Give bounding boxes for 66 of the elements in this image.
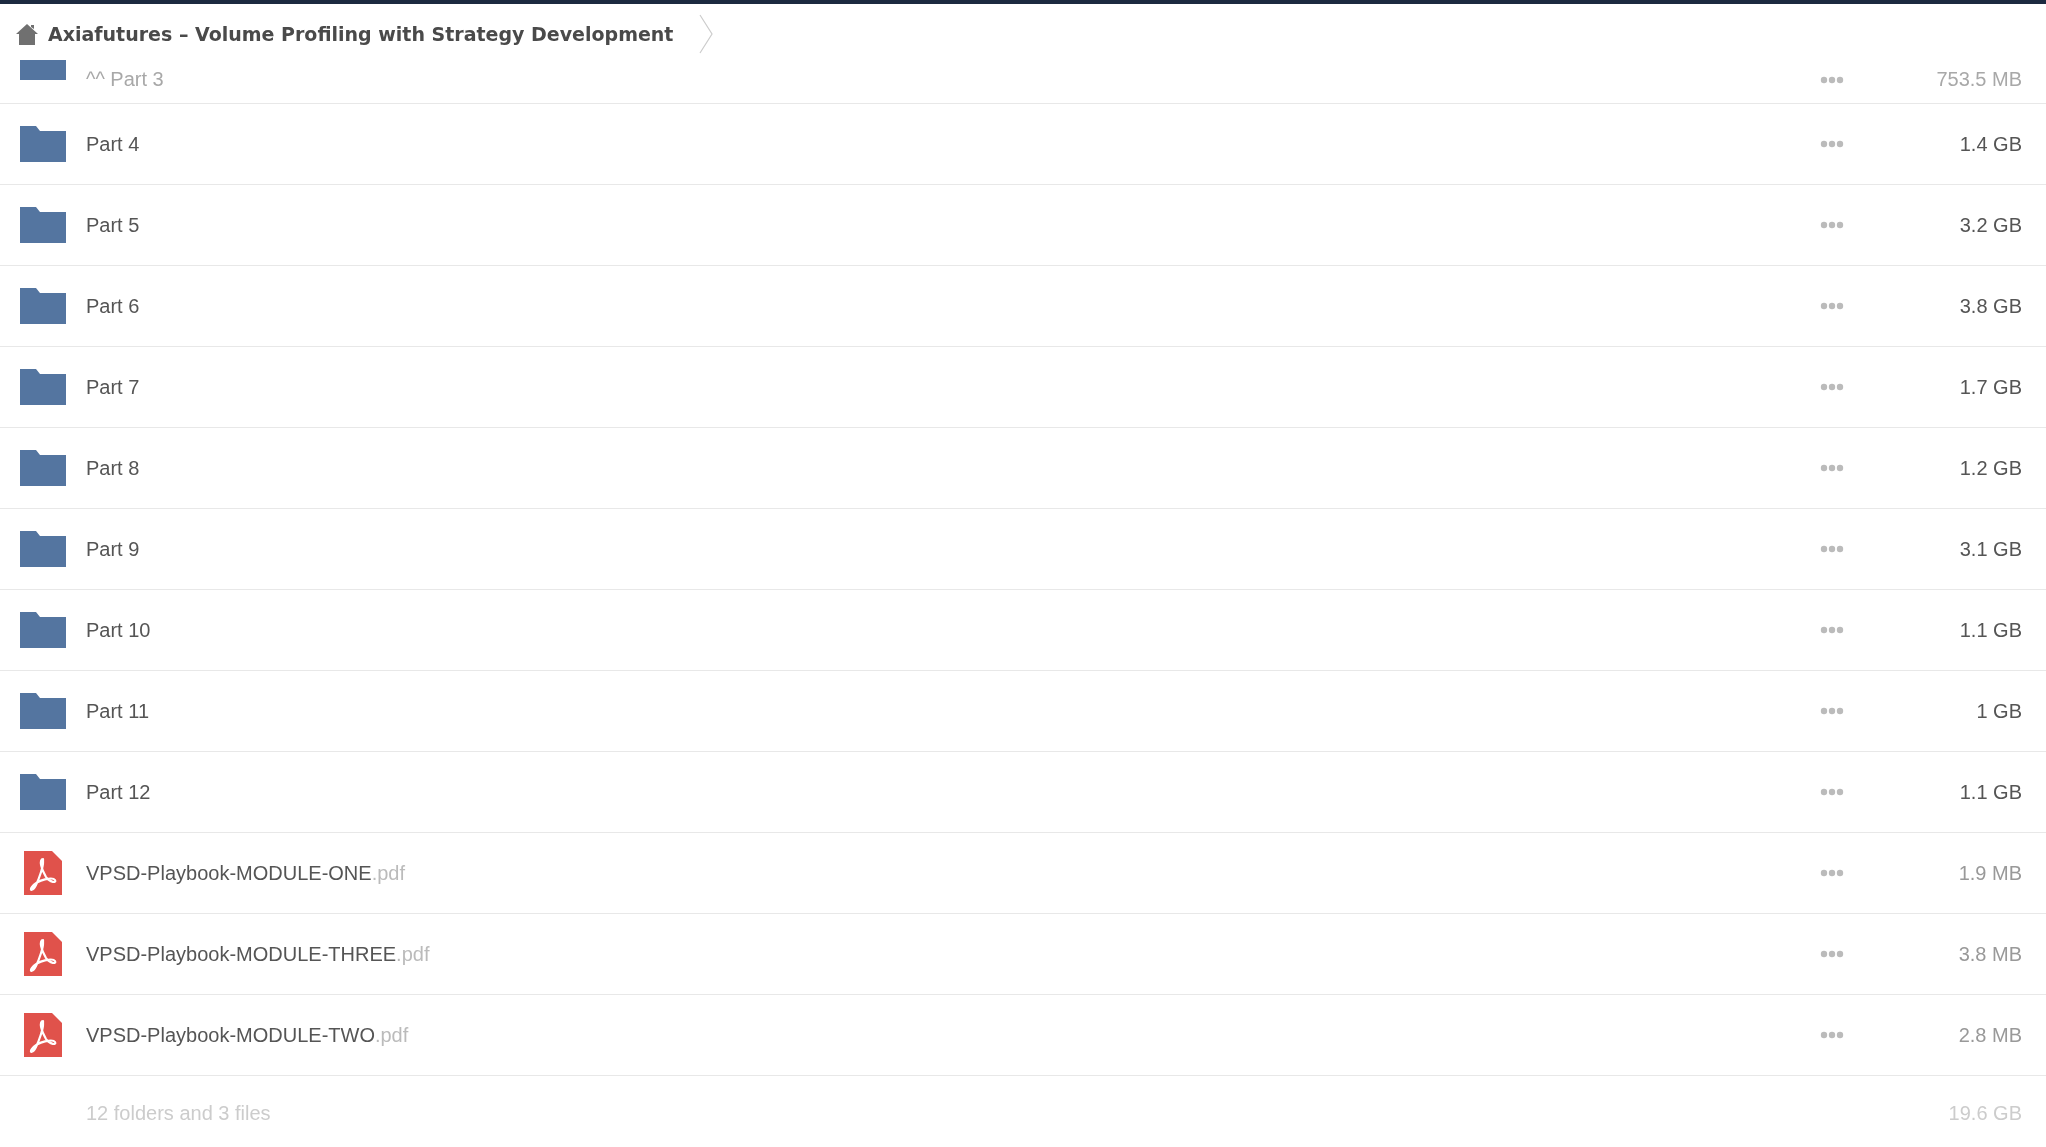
more-icon: [1820, 383, 1844, 391]
folder-icon: [20, 612, 66, 648]
file-row[interactable]: VPSD-Playbook-MODULE-THREE.pdf 3.8 MB: [0, 914, 2046, 995]
file-size: 2.8 MB: [1958, 1023, 2022, 1047]
more-icon: [1820, 302, 1844, 310]
more-icon: [1820, 464, 1844, 472]
file-row[interactable]: Part 12 1.1 GB: [0, 752, 2046, 833]
file-name: VPSD-Playbook-MODULE-THREE.pdf: [86, 942, 431, 966]
more-icon: [1820, 1031, 1844, 1039]
folder-icon: [20, 288, 66, 324]
file-row[interactable]: Part 10 1.1 GB: [0, 590, 2046, 671]
more-icon: [1820, 707, 1844, 715]
more-icon: [1820, 869, 1844, 877]
file-size: 1.1 GB: [1959, 780, 2022, 804]
file-name: Part 7: [86, 375, 141, 399]
chevron-icon: [699, 14, 714, 54]
file-row[interactable]: Part 6 3.8 GB: [0, 266, 2046, 347]
file-size: 1 GB: [1976, 699, 2022, 723]
file-row[interactable]: Part 5 3.2 GB: [0, 185, 2046, 266]
file-size: 1.7 GB: [1959, 375, 2022, 399]
file-row[interactable]: Part 9 3.1 GB: [0, 509, 2046, 590]
file-size: 1.1 GB: [1959, 618, 2022, 642]
file-size: 1.4 GB: [1959, 132, 2022, 156]
file-name: Part 6: [86, 294, 141, 318]
more-icon: [1820, 788, 1844, 796]
file-name: VPSD-Playbook-MODULE-ONE.pdf: [86, 861, 406, 885]
more-icon: [1820, 221, 1844, 229]
file-name: Part 12: [86, 780, 152, 804]
file-row[interactable]: Part 4 1.4 GB: [0, 104, 2046, 185]
file-size: 3.8 MB: [1958, 942, 2022, 966]
folder-icon: [20, 450, 66, 486]
file-size: 1.9 MB: [1958, 861, 2022, 885]
file-name: Part 10: [86, 618, 152, 642]
file-name: VPSD-Playbook-MODULE-TWO.pdf: [86, 1023, 410, 1047]
home-icon[interactable]: [16, 23, 38, 45]
breadcrumb-title[interactable]: Axiafutures – Volume Profiling with Strategy Development: [48, 23, 674, 45]
file-name: Part 4: [86, 132, 141, 156]
file-size: 3.8 GB: [1959, 294, 2022, 318]
pdf-icon: [24, 932, 62, 976]
folder-icon: [20, 207, 66, 243]
file-row[interactable]: VPSD-Playbook-MODULE-ONE.pdf 1.9 MB: [0, 833, 2046, 914]
file-row[interactable]: Part 7 1.7 GB: [0, 347, 2046, 428]
pdf-icon: [24, 851, 62, 895]
more-icon: [1820, 140, 1844, 148]
more-icon: [1820, 545, 1844, 553]
file-name: Part 5: [86, 213, 141, 237]
folder-icon: [20, 126, 66, 162]
more-icon: [1820, 75, 1844, 84]
folder-icon: [20, 774, 66, 810]
pdf-icon: [24, 1013, 62, 1057]
file-size: 3.1 GB: [1959, 537, 2022, 561]
folder-icon: [20, 369, 66, 405]
folder-icon: [20, 531, 66, 567]
file-size: 753.5 MB: [1936, 68, 2022, 91]
more-icon: [1820, 626, 1844, 634]
file-row[interactable]: Part 8 1.2 GB: [0, 428, 2046, 509]
file-size: 1.2 GB: [1959, 456, 2022, 480]
file-row[interactable]: Part 11 1 GB: [0, 671, 2046, 752]
file-name: Part 11: [86, 699, 150, 723]
file-size: 3.2 GB: [1959, 213, 2022, 237]
file-row[interactable]: VPSD-Playbook-MODULE-TWO.pdf 2.8 MB: [0, 995, 2046, 1076]
folder-icon: [20, 693, 66, 729]
file-name: Part 9: [86, 537, 141, 561]
more-icon: [1820, 950, 1844, 958]
file-name: ^^ Part 3: [86, 68, 165, 91]
file-name: Part 8: [86, 456, 141, 480]
